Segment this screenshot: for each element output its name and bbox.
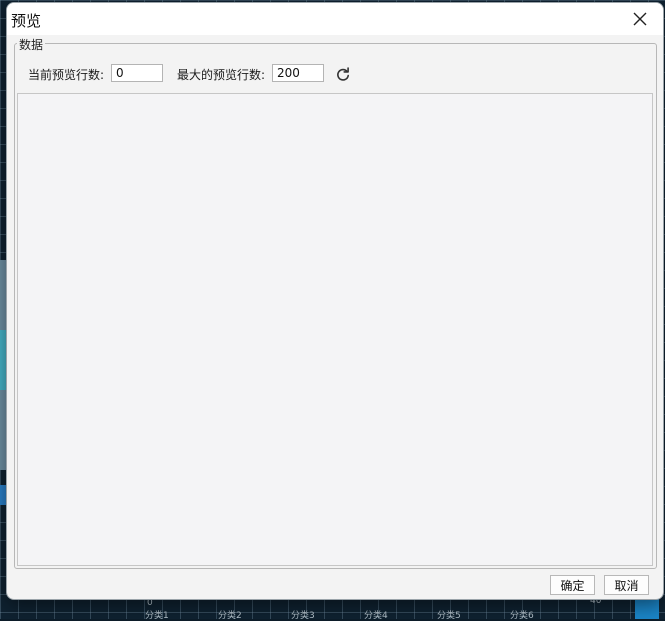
refresh-button[interactable] — [333, 65, 353, 85]
dialog-titlebar[interactable]: 预览 — [7, 3, 663, 35]
current-rows-field[interactable] — [111, 64, 163, 82]
cancel-button[interactable]: 取消 — [604, 575, 649, 595]
background-axis-labels: 0 分类1 分类2 分类3 分类4 分类5 分类6 40 — [0, 596, 665, 621]
dialog-title: 预览 — [11, 12, 42, 30]
background-axis-label: 分类3 — [291, 611, 315, 621]
background-axis-label: 分类1 — [145, 611, 169, 621]
preview-dialog: 预览 数据 当前预览行数: 最大的预览行数: 确定 取消 — [6, 2, 664, 600]
ok-button[interactable]: 确定 — [550, 575, 595, 595]
close-button[interactable] — [625, 6, 655, 32]
max-rows-field[interactable] — [272, 64, 324, 82]
close-icon — [633, 12, 647, 26]
preview-table-area[interactable] — [17, 93, 653, 566]
data-group-legend: 数据 — [17, 36, 46, 53]
max-rows-label: 最大的预览行数: — [177, 68, 266, 82]
background-axis-label: 分类6 — [510, 611, 534, 621]
refresh-icon — [337, 67, 349, 81]
background-axis-label: 分类5 — [437, 611, 461, 621]
current-rows-label: 当前预览行数: — [28, 68, 105, 82]
background-axis-label: 分类4 — [364, 611, 388, 621]
background-axis-label: 分类2 — [218, 611, 242, 621]
